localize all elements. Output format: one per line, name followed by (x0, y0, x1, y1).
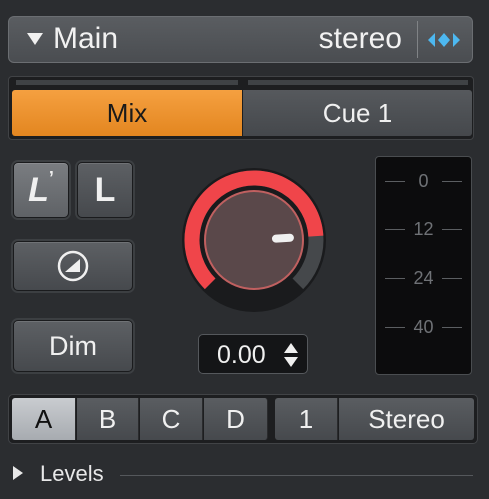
level-meter: 0 12 24 40 (375, 156, 472, 375)
stepper-arrows-icon[interactable] (283, 341, 299, 369)
gain-value-field[interactable]: 0.00 (198, 334, 308, 374)
meter-tick: 40 (376, 317, 471, 337)
section-title: Main (53, 22, 119, 55)
speaker-a-mark: ’ (48, 167, 54, 188)
speaker-a-label: L (28, 170, 49, 209)
output-mode-label[interactable]: stereo (319, 22, 402, 56)
meter-tick: 24 (376, 268, 471, 288)
meter-tick: 12 (376, 219, 471, 239)
meter-tick: 0 (376, 171, 471, 191)
levels-divider (120, 475, 473, 476)
channel-button[interactable]: 1 (275, 398, 338, 440)
meter-tick-label: 24 (413, 268, 434, 288)
mute-button[interactable] (13, 241, 133, 291)
speaker-b-label: L (94, 170, 116, 209)
tab-cue-1[interactable]: Cue 1 (243, 90, 472, 136)
cue-activity-strip (248, 80, 468, 85)
triangle-right-icon[interactable] (13, 466, 23, 480)
stereo-link-icon[interactable] (424, 23, 464, 57)
set-c-button[interactable]: C (140, 398, 203, 440)
meter-tick-label: 40 (413, 317, 434, 337)
dim-label: Dim (49, 330, 97, 361)
set-a-button[interactable]: A (12, 398, 76, 440)
set-d-button[interactable]: D (204, 398, 268, 440)
tab-mix[interactable]: Mix (12, 90, 242, 136)
triangle-down-icon[interactable] (27, 33, 43, 45)
header-divider (417, 21, 418, 58)
set-b-button[interactable]: B (77, 398, 139, 440)
main-header: Main stereo (8, 16, 473, 63)
mix-activity-strip (16, 80, 238, 85)
output-button[interactable]: Stereo (339, 398, 474, 440)
meter-tick-label: 0 (418, 171, 429, 191)
levels-section-label[interactable]: Levels (40, 461, 104, 487)
dim-button[interactable]: Dim (13, 320, 133, 372)
circle-slope-icon (57, 250, 89, 282)
knob-pointer (271, 233, 294, 243)
volume-knob[interactable] (180, 166, 328, 314)
speaker-b-button[interactable]: L (77, 162, 133, 218)
gain-value: 0.00 (217, 341, 266, 369)
meter-tick-label: 12 (413, 219, 434, 239)
speaker-a-button[interactable]: L’ (13, 162, 69, 218)
